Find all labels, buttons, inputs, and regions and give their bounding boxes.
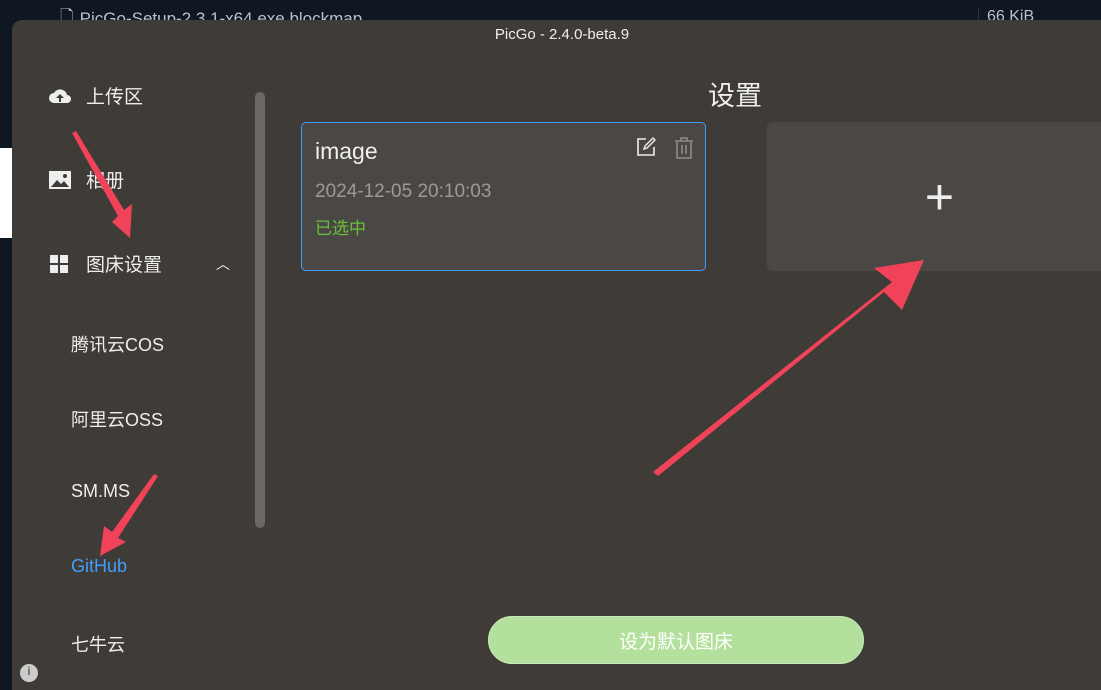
info-icon[interactable]: i: [20, 664, 38, 682]
sidebar-item-picbed-settings[interactable]: 图床设置 ︿: [48, 250, 230, 277]
window-title: PicGo - 2.4.0-beta.9: [494, 26, 630, 43]
sidebar-sub-tencent-cos[interactable]: 腾讯云COS: [71, 331, 164, 357]
sidebar-sub-github[interactable]: GitHub: [71, 556, 127, 577]
add-config-button[interactable]: +: [767, 122, 1101, 271]
config-date: 2024-12-05 20:10:03: [315, 181, 492, 202]
sidebar-scrollbar[interactable]: [255, 92, 265, 528]
sidebar-sub-qiniu[interactable]: 七牛云: [71, 631, 125, 657]
cloud-upload-icon: [49, 88, 71, 103]
sidebar-item-album[interactable]: 相册: [48, 166, 124, 193]
edit-icon[interactable]: [636, 137, 656, 157]
sidebar-sub-smms[interactable]: SM.MS: [71, 481, 130, 502]
config-name: image: [315, 138, 378, 164]
config-card[interactable]: image 2024-12-05 20:10:03 已选中: [301, 122, 706, 271]
grid-icon: [50, 254, 68, 273]
plus-icon: +: [924, 168, 955, 225]
picgo-window: PicGo - 2.4.0-beta.9 上传区 相册 图床设置 ︿ 腾讯云CO…: [12, 20, 1101, 690]
sidebar-item-label: 相册: [86, 171, 125, 192]
sidebar-sub-aliyun-oss[interactable]: 阿里云OSS: [71, 406, 163, 432]
background-window-edge: [0, 148, 12, 238]
chevron-up-icon[interactable]: ︿: [216, 254, 230, 274]
sidebar: 上传区 相册 图床设置 ︿ 腾讯云COS 阿里云OSS SM.MS GitHub…: [12, 60, 265, 690]
delete-icon[interactable]: [674, 137, 694, 159]
selected-status: 已选中: [315, 219, 366, 238]
page-title: 设置: [708, 81, 762, 111]
set-default-button[interactable]: 设为默认图床: [488, 616, 864, 664]
image-icon: [49, 170, 71, 189]
sidebar-item-label: 上传区: [86, 87, 144, 108]
sidebar-item-upload[interactable]: 上传区: [48, 82, 143, 109]
sidebar-item-label: 图床设置: [86, 255, 163, 276]
